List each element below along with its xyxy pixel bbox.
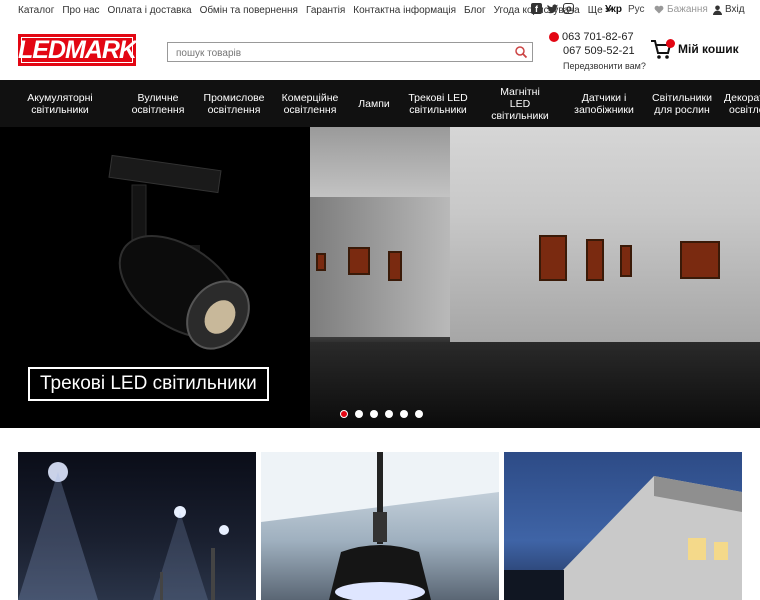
painting	[316, 253, 326, 271]
slider-dot[interactable]	[355, 410, 363, 418]
instagram-icon[interactable]	[563, 3, 574, 14]
nav-label: освітлення	[729, 103, 760, 116]
painting	[348, 247, 370, 275]
user-icon	[713, 5, 722, 15]
nav-label: освітлення	[131, 103, 185, 116]
nav-label: освітлення	[283, 103, 337, 116]
nav-label: Датчики і	[581, 91, 627, 104]
twitter-icon[interactable]	[547, 3, 558, 14]
nav-label: світильники	[409, 103, 467, 116]
tile-street-lighting[interactable]	[18, 452, 256, 600]
slider-dot[interactable]	[415, 410, 423, 418]
nav-label: освітлення	[207, 103, 261, 116]
top-link-about[interactable]: Про нас	[62, 5, 99, 16]
slider-dot[interactable]	[370, 410, 378, 418]
heart-icon	[654, 5, 664, 14]
nav-label: для рослин	[654, 103, 710, 116]
gallery-side-wall	[310, 197, 450, 337]
lang-ukr[interactable]: Укр	[605, 4, 622, 15]
nav-item-lamps[interactable]: Лампи	[348, 80, 400, 127]
phone-2[interactable]: 067 509-52-21	[549, 45, 646, 57]
nav-label: Акумуляторні	[27, 91, 93, 104]
nav-item-industrial-lighting[interactable]: Промислове освітлення	[196, 80, 272, 127]
nav-label: Лампи	[358, 97, 390, 110]
painting	[388, 251, 402, 281]
nav-label: світильники	[491, 109, 549, 122]
top-link-warranty[interactable]: Гарантія	[306, 5, 345, 16]
highbay-image	[261, 452, 499, 600]
cart-button[interactable]: Мій кошик	[650, 38, 739, 60]
hero-slider[interactable]: Трекові LED світильники	[0, 127, 760, 428]
wishlist-link[interactable]: Бажання	[654, 4, 708, 15]
street-lights-image	[18, 462, 229, 600]
nav-item-street-lighting[interactable]: Вуличне освітлення	[120, 80, 196, 127]
painting	[620, 245, 632, 277]
cart-label: Мій кошик	[678, 42, 739, 56]
track-light-image	[108, 154, 250, 350]
painting	[539, 235, 567, 281]
nav-item-plant-lights[interactable]: Світильники для рослин	[644, 80, 720, 127]
gallery-wall	[450, 127, 760, 342]
search-box	[167, 42, 533, 63]
top-link-payment-delivery[interactable]: Оплата і доставка	[108, 5, 192, 16]
slider-dot[interactable]	[385, 410, 393, 418]
lang-rus[interactable]: Рус	[628, 4, 645, 15]
category-tiles	[0, 452, 760, 600]
login-label: Вхід	[725, 4, 745, 15]
top-bar: Каталог Про нас Оплата і доставка Обмін …	[0, 0, 760, 20]
nav-item-magnetic-led[interactable]: Магнітні LED світильники	[476, 80, 564, 127]
nav-item-track-led[interactable]: Трекові LED світильники	[400, 80, 476, 127]
nav-item-battery-lights[interactable]: Акумуляторні світильники	[0, 80, 120, 127]
nav-item-sensors[interactable]: Датчики і запобіжники	[564, 80, 644, 127]
logo[interactable]: LEDMARK	[18, 34, 137, 66]
nav-label: LED	[509, 97, 531, 110]
nav-label: Комерційне	[281, 91, 339, 104]
top-link-catalog[interactable]: Каталог	[18, 5, 54, 16]
search-input[interactable]	[168, 44, 508, 63]
more-label: Ще	[587, 4, 603, 16]
wishlist-label: Бажання	[667, 4, 708, 15]
top-link-blog[interactable]: Блог	[464, 5, 486, 16]
login-link[interactable]: Вхід	[713, 4, 745, 15]
nav-label: Магнітні	[500, 85, 540, 98]
nav-label: Світильники	[652, 91, 712, 104]
slide-caption[interactable]: Трекові LED світильники	[28, 367, 269, 401]
slider-dots	[340, 410, 423, 418]
search-icon[interactable]	[514, 45, 528, 59]
nav-label: Вуличне	[137, 91, 179, 104]
top-links: Каталог Про нас Оплата і доставка Обмін …	[18, 5, 613, 16]
phone-1[interactable]: 063 701-82-67	[562, 31, 634, 43]
tile-industrial-lighting[interactable]	[261, 452, 499, 600]
category-nav: Акумуляторні світильники Вуличне освітленн…	[0, 80, 760, 127]
nav-label: Декоративне	[724, 91, 760, 104]
painting	[586, 239, 604, 281]
tile-architectural-lighting[interactable]	[504, 452, 742, 600]
slider-dot[interactable]	[340, 410, 348, 418]
social-links: f	[531, 3, 574, 14]
top-link-contacts[interactable]: Контактна інформація	[353, 5, 456, 16]
phone-icon	[549, 32, 559, 42]
painting	[680, 241, 720, 279]
slider-dot[interactable]	[400, 410, 408, 418]
nav-item-commercial-lighting[interactable]: Комерційне освітлення	[272, 80, 348, 127]
nav-label: Промислове	[203, 91, 265, 104]
nav-label: запобіжники	[574, 103, 634, 116]
nav-item-decorative[interactable]: Декоративнеосвітлення	[720, 80, 760, 127]
facebook-icon[interactable]: f	[531, 3, 542, 14]
top-link-returns[interactable]: Обмін та повернення	[200, 5, 298, 16]
nav-label: Трекові LED	[408, 91, 468, 104]
building-image	[504, 476, 742, 600]
callback-link[interactable]: Передзвонити вам?	[549, 61, 646, 71]
language-switch: Укр Рус	[605, 4, 645, 15]
cart-badge	[666, 39, 675, 48]
nav-label: світильники	[31, 103, 89, 116]
contact-phones: 063 701-82-67 067 509-52-21 Передзвонити…	[549, 31, 646, 71]
